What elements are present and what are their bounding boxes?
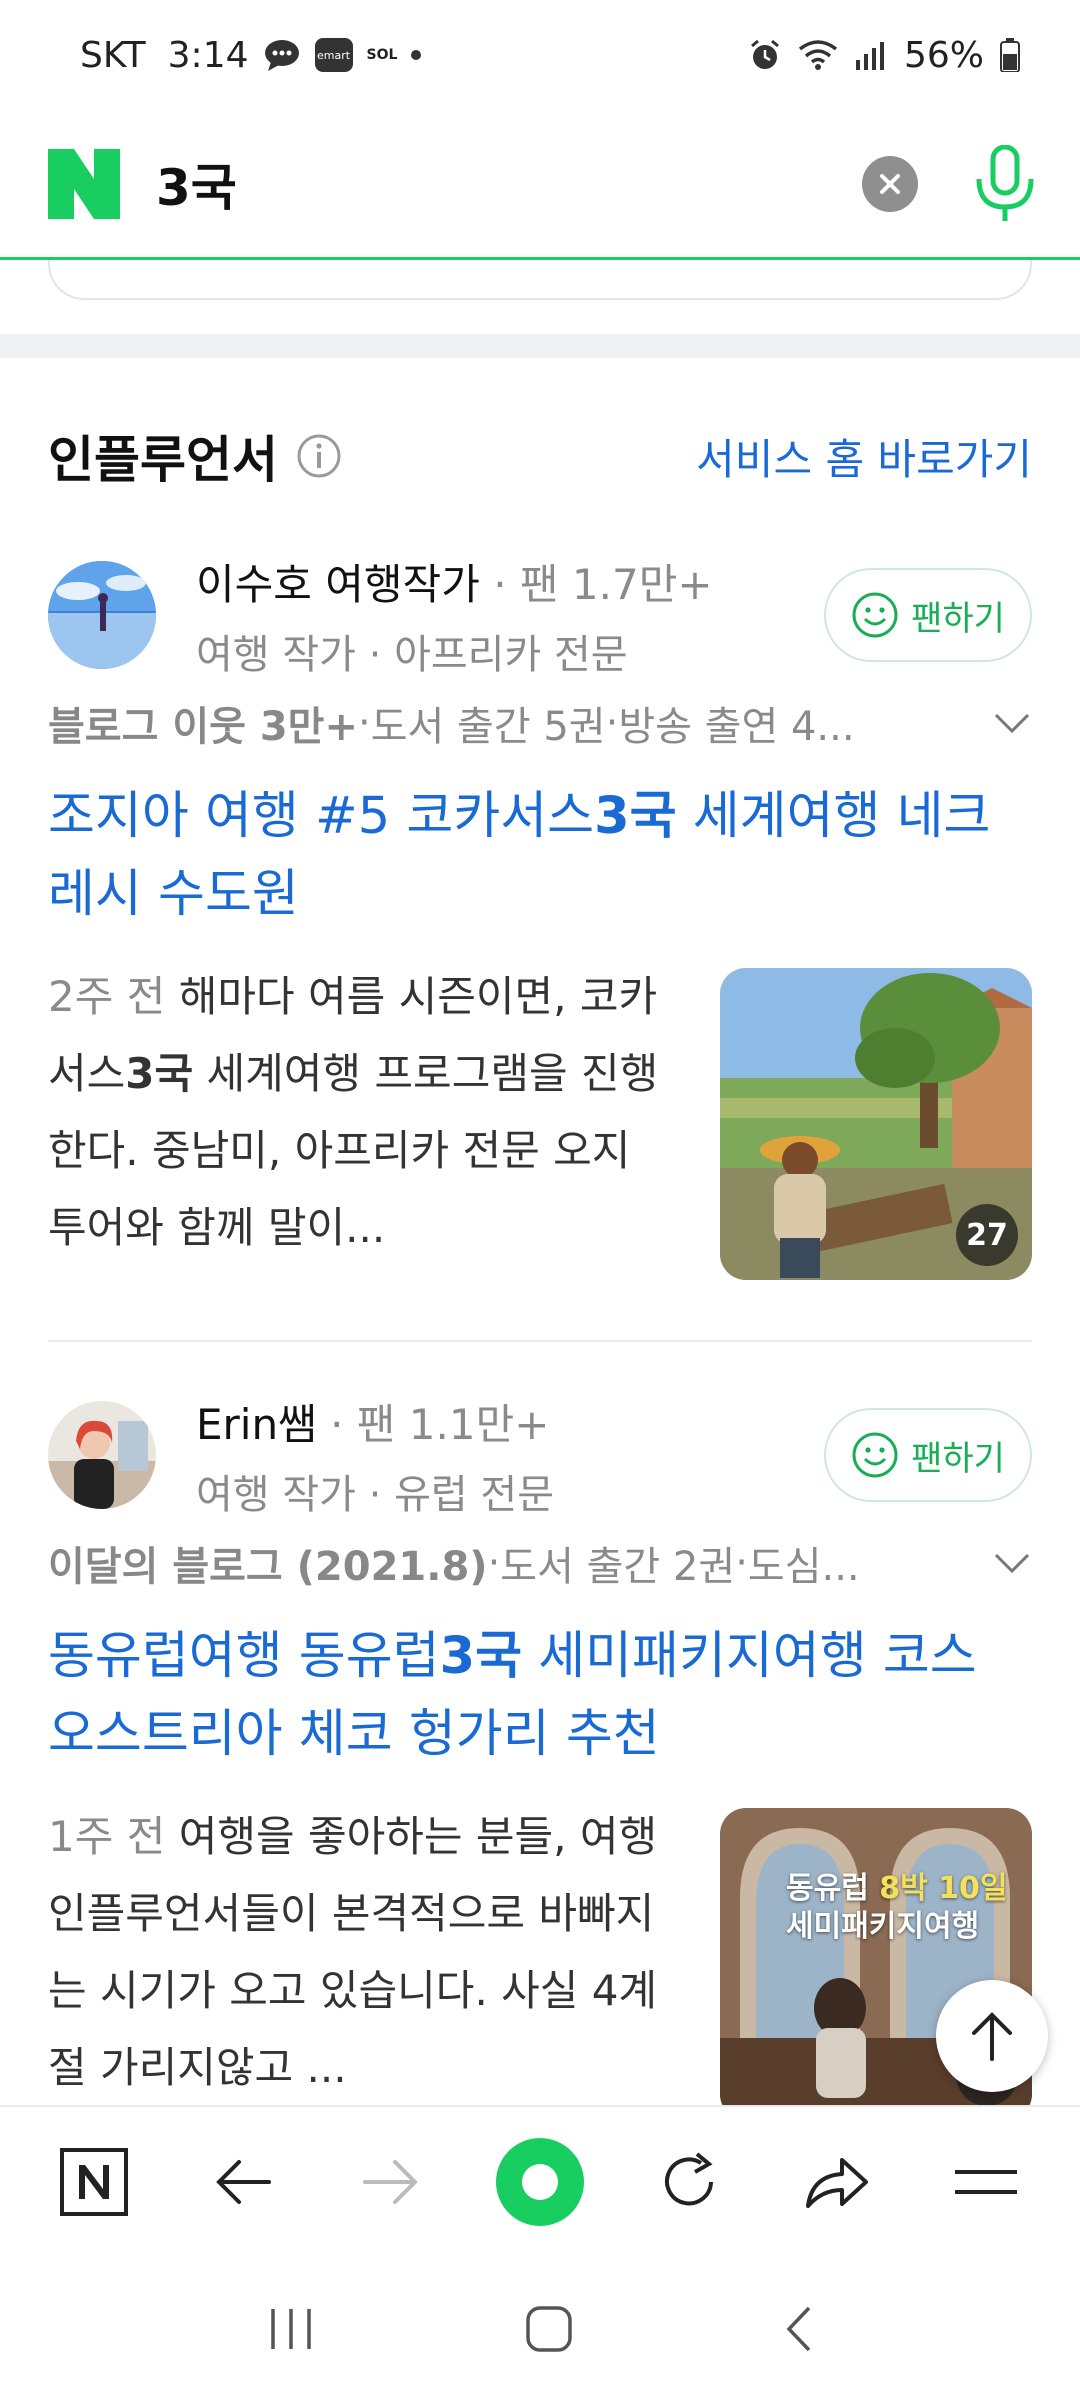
fan-count: 팬 1.7만+: [519, 559, 713, 609]
search-input[interactable]: 3국: [156, 148, 237, 220]
meta-item: 방송 출연 4...: [618, 704, 855, 750]
post-age: 1주 전: [48, 1812, 166, 1861]
post-thumbnail[interactable]: 27: [720, 968, 1032, 1280]
smile-icon: [852, 1432, 898, 1478]
refresh-icon: [664, 2152, 713, 2206]
notification-dot-icon: [411, 50, 422, 60]
forward-arrow-icon: [363, 2160, 419, 2204]
green-dot-button[interactable]: [490, 2132, 590, 2232]
share-icon: [806, 2158, 869, 2208]
emart-icon: emart: [314, 38, 353, 72]
search-header: 3국: [0, 110, 1080, 260]
post-age: 2주 전: [48, 972, 166, 1021]
scroll-to-top-button[interactable]: [936, 1980, 1048, 2092]
home-icon[interactable]: [525, 2305, 573, 2353]
back-arrow-icon: [216, 2160, 271, 2204]
profile-row: 이수호 여행작가 · 팬 1.7만+ 여행 작가 · 아프리카 전문 팬하기: [48, 559, 1032, 678]
section-header: 인플루언서 서비스 홈 바로가기: [48, 420, 1032, 492]
battery-percent: 56%: [903, 34, 984, 76]
influencer-name[interactable]: Erin쌤: [196, 1400, 317, 1449]
sol-icon: SOL: [366, 47, 398, 63]
wifi-icon: [798, 40, 838, 70]
smile-icon: [852, 592, 898, 638]
influencer-category: 여행 작가: [196, 631, 356, 678]
fan-button-label: 팬하기: [911, 598, 1005, 639]
influencer-card: Erin쌤 · 팬 1.1만+ 여행 작가 · 유럽 전문 팬하기 이달의 블로…: [48, 1400, 1032, 2120]
battery-icon: [1000, 38, 1020, 72]
avatar[interactable]: [48, 561, 156, 669]
section-separator: [0, 334, 1080, 358]
meta-item: 이달의 블로그 (2021.8): [48, 1544, 488, 1590]
clear-button[interactable]: [862, 155, 918, 212]
meta-item: 도서 출간 5권: [370, 704, 606, 750]
voice-search-button[interactable]: [970, 144, 1040, 224]
mic-icon: [976, 144, 1034, 221]
thumbnail-caption: 세미패키지여행: [786, 1909, 980, 1944]
post-snippet[interactable]: 2주 전 해마다 여름 시즌이면, 코카서스3국 세계여행 프로그램을 진행한다…: [48, 958, 668, 1280]
post-title-link[interactable]: 조지아 여행 #5 코카서스3국 세계여행 네크레시 수도원: [48, 778, 1032, 934]
back-icon[interactable]: [783, 2305, 813, 2353]
influencer-specialty: 아프리카 전문: [394, 631, 628, 678]
naver-n-icon: [60, 2148, 129, 2216]
post-snippet[interactable]: 1주 전 여행을 좋아하는 분들, 여행인플루언서들이 본격적으로 바빠지는 시…: [48, 1798, 668, 2120]
chevron-down-icon[interactable]: [992, 1551, 1032, 1575]
back-button[interactable]: [193, 2132, 293, 2232]
forward-button[interactable]: [341, 2132, 441, 2232]
signal-icon: [855, 42, 884, 70]
fan-button[interactable]: 팬하기: [824, 1408, 1032, 1502]
refresh-button[interactable]: [639, 2132, 739, 2232]
clear-icon: [880, 173, 900, 194]
chevron-down-icon[interactable]: [992, 711, 1032, 735]
chat-icon: [264, 40, 299, 71]
carrier-label: SKT: [80, 34, 146, 76]
influencer-specialty: 유럽 전문: [394, 1471, 554, 1518]
influencer-card: 이수호 여행작가 · 팬 1.7만+ 여행 작가 · 아프리카 전문 팬하기 블…: [48, 560, 1032, 1280]
divider: [48, 1340, 1032, 1342]
info-icon[interactable]: [296, 433, 342, 479]
influencer-category: 여행 작가: [196, 1471, 356, 1518]
naver-n-icon[interactable]: [48, 148, 120, 219]
thumbnail-caption: 동유럽: [786, 1871, 869, 1906]
post-title-link[interactable]: 동유럽여행 동유럽3국 세미패키지여행 코스 오스트리아 체코 헝가리 추천: [48, 1618, 1032, 1774]
meta-item: 도심...: [747, 1544, 860, 1590]
naver-home-button[interactable]: [44, 2132, 144, 2232]
share-button[interactable]: [787, 2132, 887, 2232]
menu-icon: [954, 2170, 1017, 2194]
service-home-link[interactable]: 서비스 홈 바로가기: [696, 426, 1032, 487]
alarm-icon: [751, 39, 779, 69]
section-title: 인플루언서: [48, 431, 278, 489]
meta-item: 도서 출간 2권: [500, 1544, 736, 1590]
system-nav-bar: [0, 2257, 1080, 2400]
fan-button-label: 팬하기: [911, 1438, 1005, 1479]
arrow-up-icon: [972, 2012, 1012, 2061]
status-bar: SKT 3:14 emart SOL 56%: [0, 0, 1080, 110]
photo-count-badge: 27: [956, 1204, 1018, 1266]
browser-toolbar: [0, 2105, 1080, 2257]
menu-button[interactable]: [936, 2132, 1036, 2232]
fan-button[interactable]: 팬하기: [824, 568, 1032, 662]
influencer-name[interactable]: 이수호 여행작가: [196, 560, 480, 609]
meta-item: 블로그 이웃 3만+: [48, 704, 358, 750]
profile-row: Erin쌤 · 팬 1.1만+ 여행 작가 · 유럽 전문 팬하기: [48, 1399, 1032, 1518]
avatar[interactable]: [48, 1401, 156, 1509]
green-dot-icon: [495, 2138, 584, 2226]
recent-apps-icon[interactable]: [267, 2307, 315, 2351]
thumbnail-caption-highlight: 8박 10일: [879, 1871, 1008, 1906]
meta-row: 블로그 이웃 3만+ · 도서 출간 5권 · 방송 출연 4...: [48, 694, 1032, 752]
meta-row: 이달의 블로그 (2021.8) · 도서 출간 2권 · 도심...: [48, 1534, 1032, 1592]
fan-count: 팬 1.1만+: [356, 1399, 550, 1449]
clock: 3:14: [167, 34, 249, 76]
